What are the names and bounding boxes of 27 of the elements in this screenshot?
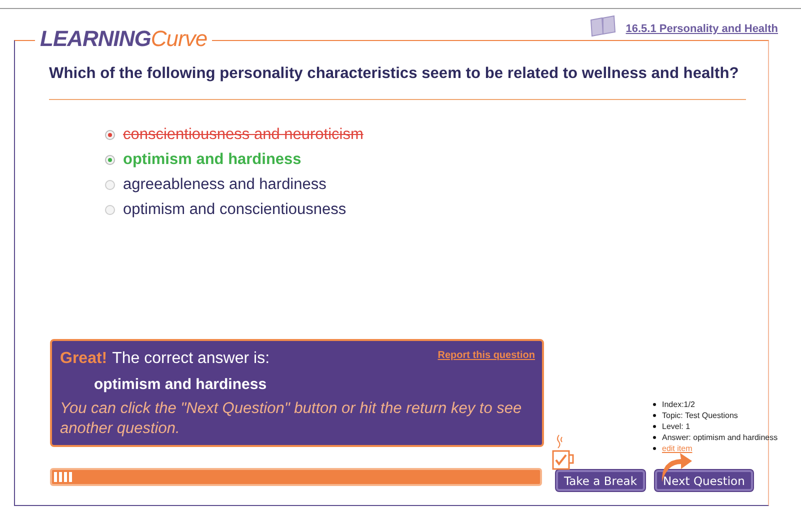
info-text: Level: 1 bbox=[662, 421, 690, 432]
radio-button[interactable] bbox=[105, 130, 115, 140]
feedback-heading: The correct answer is: bbox=[112, 350, 270, 368]
info-text: Topic: Test Questions bbox=[662, 410, 738, 421]
topic-link[interactable]: 16.5.1 Personality and Health bbox=[626, 23, 778, 35]
mug-icon bbox=[551, 434, 575, 470]
info-text: Answer: optimism and hardiness bbox=[662, 432, 778, 443]
answer-option[interactable]: conscientiousness and neuroticism bbox=[123, 126, 364, 144]
correct-answer: optimism and hardiness bbox=[94, 376, 268, 393]
bullet-icon bbox=[653, 447, 656, 450]
book-icon bbox=[590, 15, 616, 37]
great-label: Great! bbox=[60, 350, 108, 368]
radio-button[interactable] bbox=[105, 154, 115, 164]
bullet-icon bbox=[653, 414, 656, 417]
bullet-icon bbox=[653, 425, 656, 428]
report-link[interactable]: Report this question bbox=[438, 350, 535, 361]
bullet-icon bbox=[653, 403, 656, 406]
radio-button[interactable] bbox=[105, 180, 115, 190]
question-text: Which of the following personality characteristics seem to be related to wellness and health? bbox=[49, 65, 740, 83]
info-text: Index:1/2 bbox=[662, 399, 695, 410]
next-question-button[interactable]: Next Question bbox=[655, 470, 753, 491]
answer-option[interactable]: optimism and conscientiousness bbox=[123, 200, 346, 218]
bullet-icon bbox=[653, 436, 656, 439]
take-a-break-button[interactable]: Take a Break bbox=[556, 470, 645, 491]
answer-option[interactable]: agreeableness and hardiness bbox=[123, 176, 326, 194]
hint-text: You can click the "Next Question" button or hit the return key to see another question. bbox=[60, 399, 523, 439]
radio-button[interactable] bbox=[105, 204, 115, 214]
